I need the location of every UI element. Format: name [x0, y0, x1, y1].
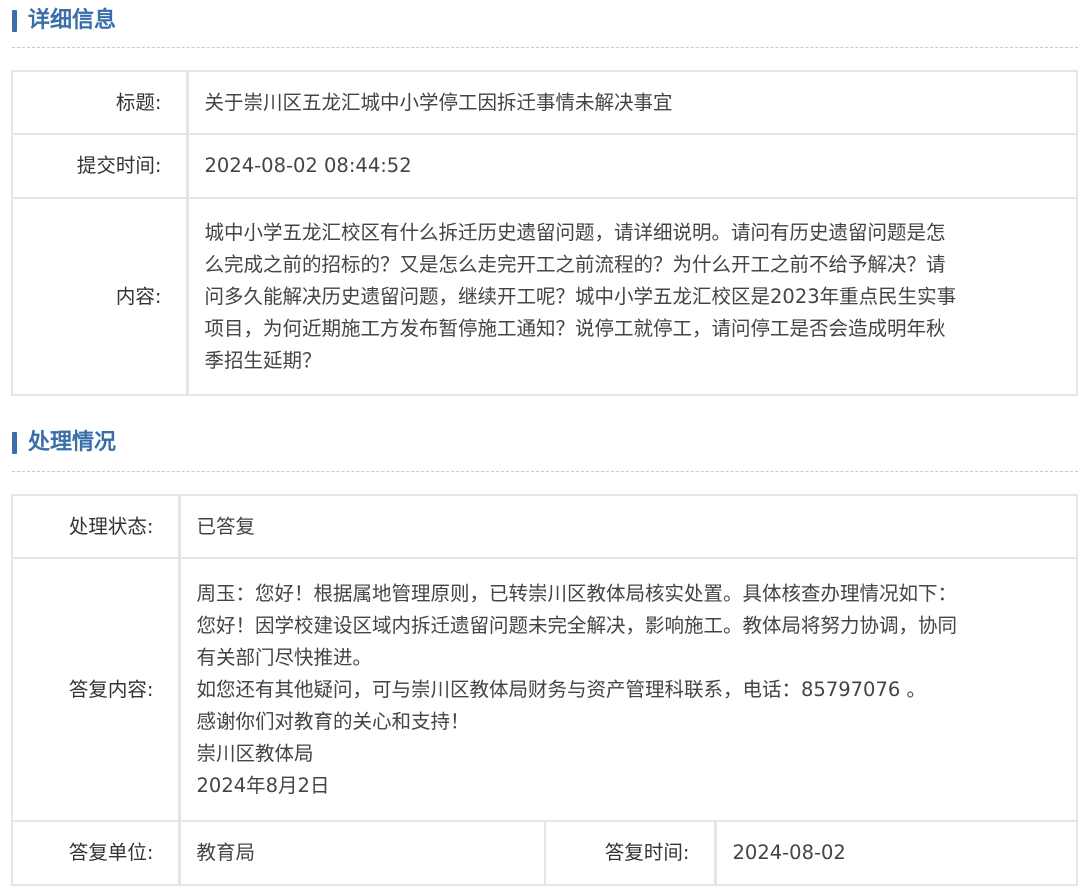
table-row: 标题: 关于崇川区五龙汇城中小学停工因拆迁事情未解决事宜: [11, 70, 1078, 135]
table-row: 内容: 城中小学五龙汇校区有什么拆迁历史遗留问题，请详细说明。请问有历史遗留问题…: [11, 197, 1078, 396]
section-title-detail: 详细信息: [28, 8, 117, 33]
content-value: 城中小学五龙汇校区有什么拆迁历史遗留问题，请详细说明。请问有历史遗留问题是怎 么…: [186, 197, 1078, 396]
section-divider: [12, 47, 1078, 48]
table-row: 处理状态: 已答复: [11, 494, 1078, 559]
submit-time-value: 2024-08-02 08:44:52: [186, 133, 1078, 199]
reply-time-value: 2024-08-02: [714, 820, 1078, 886]
reply-unit-label: 答复单位:: [11, 820, 181, 886]
table-row: 答复单位: 教育局 答复时间: 2024-08-02: [11, 820, 1078, 886]
section-accent-bar: [12, 10, 17, 32]
status-value: 已答复: [178, 494, 1078, 559]
section-divider: [12, 471, 1078, 472]
status-label: 处理状态:: [11, 494, 181, 559]
processing-table: 处理状态: 已答复 答复内容: 周玉：您好！根据属地管理原则，已转崇川区教体局核…: [11, 494, 1078, 886]
reply-content-value: 周玉：您好！根据属地管理原则，已转崇川区教体局核实处置。具体核查办理情况如下： …: [178, 557, 1078, 822]
table-row: 提交时间: 2024-08-02 08:44:52: [11, 133, 1078, 199]
title-value: 关于崇川区五龙汇城中小学停工因拆迁事情未解决事宜: [186, 70, 1078, 135]
title-label: 标题:: [11, 70, 189, 135]
section-title-processing: 处理情况: [28, 430, 117, 455]
table-row: 答复内容: 周玉：您好！根据属地管理原则，已转崇川区教体局核实处置。具体核查办理…: [11, 557, 1078, 822]
section-header-processing: 处理情况: [0, 422, 1080, 472]
section-header-detail: 详细信息: [0, 0, 1080, 50]
section-accent-bar: [12, 432, 17, 454]
reply-unit-value: 教育局: [178, 820, 546, 886]
reply-content-label: 答复内容:: [11, 557, 181, 822]
reply-time-label: 答复时间:: [544, 820, 717, 886]
detail-table: 标题: 关于崇川区五龙汇城中小学停工因拆迁事情未解决事宜 提交时间: 2024-…: [11, 70, 1078, 396]
submit-time-label: 提交时间:: [11, 133, 189, 199]
content-label: 内容:: [11, 197, 189, 396]
